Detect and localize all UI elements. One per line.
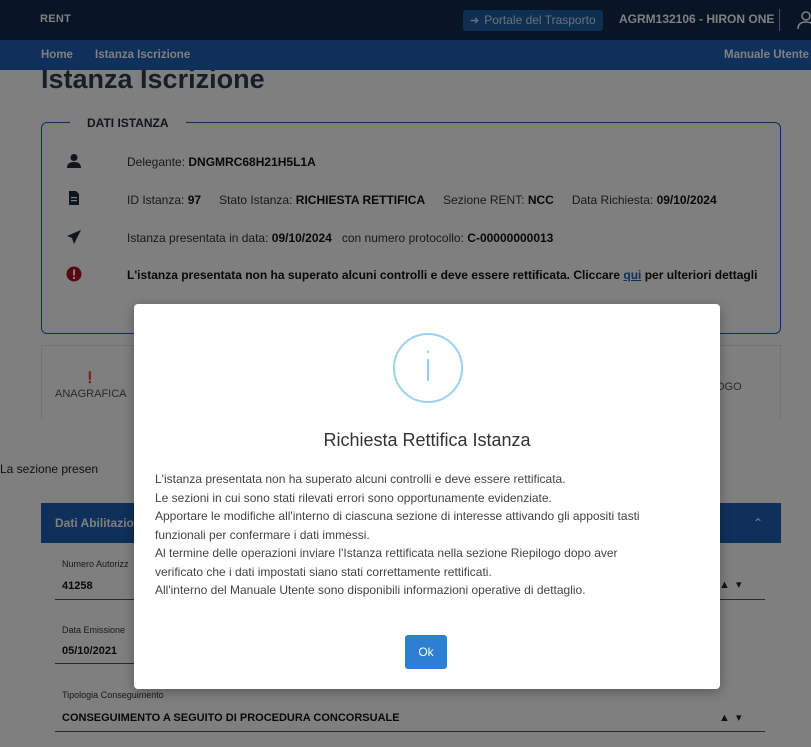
modal-line: Le sezioni in cui sono stati rilevati er… bbox=[155, 490, 552, 505]
modal-title: Richiesta Rettifica Istanza bbox=[323, 430, 531, 450]
modal-line: Al termine delle operazioni inviare l'Is… bbox=[155, 546, 618, 560]
ok-button[interactable]: Ok bbox=[405, 635, 447, 669]
modal-body: L'istanza presentata non ha superato alc… bbox=[155, 470, 705, 600]
modal-line: Apportare le modifiche all'interno di ci… bbox=[155, 509, 640, 523]
modal-line: verificato che i dati impostati siano st… bbox=[155, 564, 492, 579]
info-icon: i bbox=[393, 333, 463, 403]
modal-line: funzionali per confermare i dati immessi… bbox=[155, 527, 370, 542]
modal-line: All'interno del Manuale Utente sono disp… bbox=[155, 583, 586, 597]
modal-line: L'istanza presentata non ha superato alc… bbox=[155, 472, 566, 486]
rettifica-modal: i Richiesta Rettifica Istanza L'istanza … bbox=[134, 304, 720, 689]
